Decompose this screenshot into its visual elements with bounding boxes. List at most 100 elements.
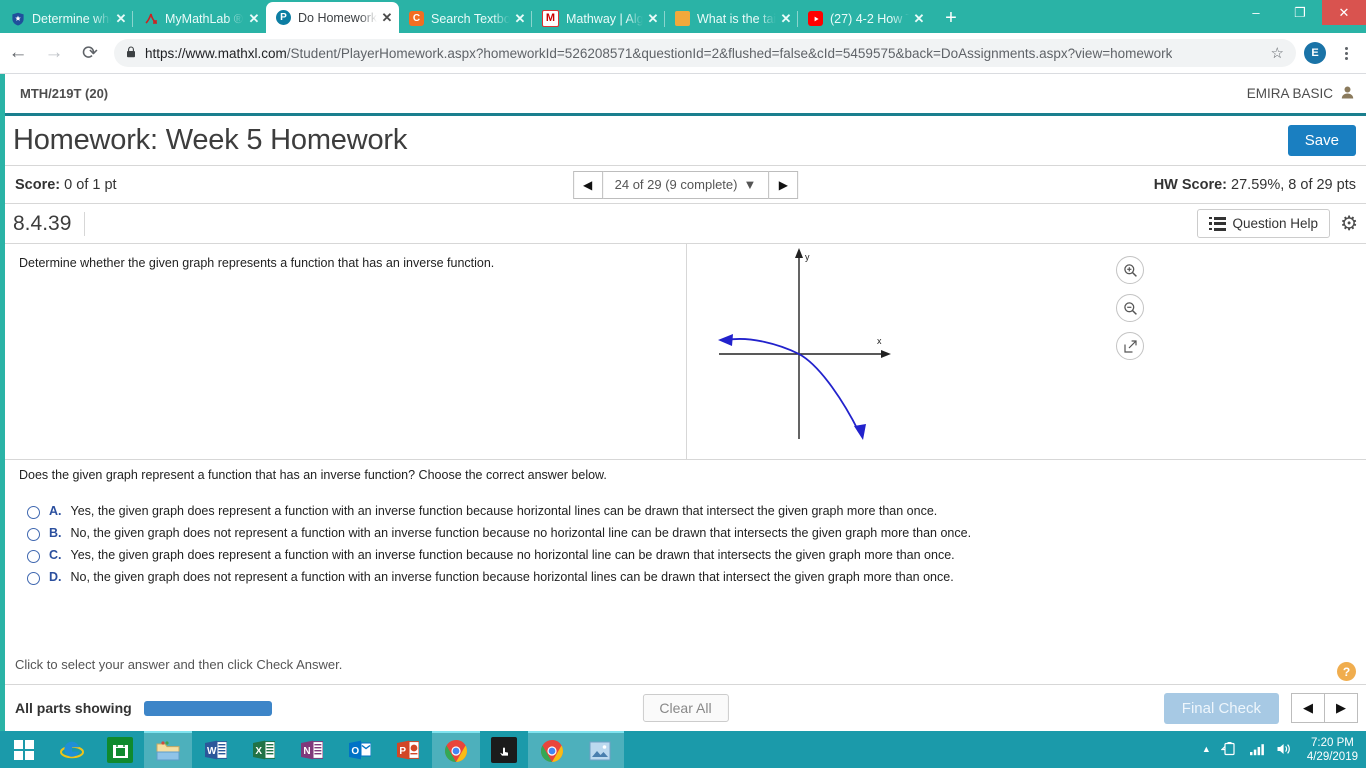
taskbar-item-file-explorer[interactable]	[144, 731, 192, 768]
close-icon[interactable]: ✕	[379, 10, 395, 26]
browser-tab-title: Determine whether	[32, 11, 111, 26]
answer-choice-b[interactable]: B. No, the given graph does not represen…	[19, 526, 1352, 541]
hw-score-label: HW Score:	[1153, 176, 1228, 193]
youtube-icon	[808, 11, 823, 26]
score-display: Score: 0 of 1 pt	[15, 177, 117, 193]
question-position-dropdown[interactable]: 24 of 29 (9 complete) ▼	[602, 170, 769, 199]
bookmark-star-icon[interactable]: ☆	[1261, 44, 1284, 62]
zoom-in-icon[interactable]	[1116, 256, 1144, 284]
chrome-icon	[539, 738, 565, 764]
mathway-icon: M	[542, 10, 559, 27]
expand-icon[interactable]	[1116, 332, 1144, 360]
browser-tab-4[interactable]: M Mathway | Algebra ✕	[531, 4, 665, 33]
bottom-prev-button[interactable]: ◀	[1291, 693, 1325, 723]
browser-tab-3[interactable]: C Search Textbook So ✕	[398, 4, 532, 33]
restore-button[interactable]: ❐	[1278, 0, 1322, 25]
close-icon[interactable]: ✕	[778, 11, 794, 27]
list-icon	[1209, 216, 1226, 231]
close-window-button[interactable]: ✕	[1322, 0, 1366, 25]
volume-icon[interactable]	[1276, 742, 1293, 758]
score-bar: Score: 0 of 1 pt ◀ 24 of 29 (9 complete)…	[5, 166, 1366, 204]
close-icon[interactable]: ✕	[645, 11, 661, 27]
url-origin: https://www.mathxl.com	[145, 45, 287, 61]
chrome-icon	[443, 738, 469, 764]
taskbar-item-chrome-2[interactable]	[528, 731, 576, 768]
radio-button[interactable]	[27, 572, 40, 585]
final-check-button[interactable]: Final Check	[1163, 692, 1279, 724]
start-button[interactable]	[0, 731, 48, 768]
bottom-next-button[interactable]: ▶	[1325, 693, 1358, 723]
question-position-text: 24 of 29 (9 complete)	[614, 177, 738, 192]
radio-button[interactable]	[27, 528, 40, 541]
quora-icon	[675, 11, 690, 26]
taskbar-item-chrome[interactable]	[432, 731, 480, 768]
question-help-button[interactable]: Question Help	[1197, 209, 1331, 238]
taskbar-item-outlook[interactable]: O	[336, 731, 384, 768]
page-title: Homework: Week 5 Homework	[13, 124, 408, 156]
internet-explorer-icon	[59, 737, 85, 763]
taskbar-item-snip-tool[interactable]	[480, 731, 528, 768]
browser-toolbar: ← → ⟳ https://www.mathxl.com/Student/Pla…	[0, 33, 1366, 74]
browser-menu-button[interactable]	[1332, 39, 1360, 67]
question-number-bar: 8.4.39 Question Help ⚙	[5, 204, 1366, 244]
answer-choice-c[interactable]: C. Yes, the given graph does represent a…	[19, 548, 1352, 563]
network-icon[interactable]	[1249, 742, 1266, 758]
save-button[interactable]: Save	[1287, 125, 1356, 156]
taskbar-item-photos[interactable]	[576, 731, 624, 768]
taskbar-clock[interactable]: 7:20 PM 4/29/2019	[1303, 736, 1358, 764]
taskbar-item-internet-explorer[interactable]	[48, 731, 96, 768]
minimize-button[interactable]: –	[1234, 0, 1278, 25]
progress-bar	[143, 700, 272, 716]
svg-text:x: x	[877, 336, 882, 346]
hint-text: Click to select your answer and then cli…	[15, 657, 343, 672]
close-icon[interactable]: ✕	[512, 11, 528, 27]
radio-button[interactable]	[27, 550, 40, 563]
svg-text:O: O	[351, 746, 359, 757]
zoom-out-icon[interactable]	[1116, 294, 1144, 322]
user-icon	[1341, 86, 1354, 102]
browser-tab-2[interactable]: P Do Homework - EM ✕	[266, 2, 399, 33]
system-tray: ▲ 7:20 PM 4/29/2019	[1202, 736, 1366, 764]
choice-letter: D.	[49, 570, 62, 584]
reload-button[interactable]: ⟳	[72, 35, 108, 71]
graph-toolbar	[1116, 256, 1144, 360]
answer-choice-a[interactable]: A. Yes, the given graph does represent a…	[19, 504, 1352, 519]
browser-tab-6[interactable]: (27) 4-2 How To Te ✕	[797, 4, 931, 33]
browser-tab-1[interactable]: MyMathLab ® Week ✕	[132, 4, 266, 33]
next-question-button[interactable]: ▶	[768, 170, 799, 199]
avatar[interactable]: E	[1304, 42, 1326, 64]
taskbar-item-excel[interactable]: X	[240, 731, 288, 768]
browser-tab-0[interactable]: Determine whether ✕	[0, 4, 133, 33]
mathxl-header: MTH/219T (20) EMIRA BASIC	[5, 74, 1366, 116]
close-icon[interactable]: ✕	[113, 11, 129, 27]
excel-icon: X	[251, 737, 277, 763]
forward-button[interactable]: →	[36, 35, 72, 71]
window-controls: – ❐ ✕	[1234, 0, 1366, 25]
show-hidden-icons[interactable]: ▲	[1202, 745, 1211, 754]
hw-score-value: 27.59%, 8 of 29 pts	[1231, 176, 1356, 193]
taskbar-item-powerpoint[interactable]: P	[384, 731, 432, 768]
hw-score-display: HW Score: 27.59%, 8 of 29 pts	[1154, 177, 1356, 193]
choice-text: No, the given graph does not represent a…	[70, 526, 972, 540]
gear-icon[interactable]: ⚙	[1340, 211, 1358, 236]
question-number: 8.4.39	[13, 211, 86, 236]
back-button[interactable]: ←	[0, 35, 36, 71]
radio-button[interactable]	[27, 506, 40, 519]
help-badge-icon[interactable]: ?	[1337, 662, 1356, 681]
address-bar[interactable]: https://www.mathxl.com/Student/PlayerHom…	[114, 39, 1296, 67]
answer-choice-d[interactable]: D. No, the given graph does not represen…	[19, 570, 1352, 585]
bottom-nav-group: ◀ ▶	[1291, 693, 1358, 723]
clear-all-button[interactable]: Clear All	[642, 694, 729, 722]
user-area[interactable]: EMIRA BASIC	[1247, 86, 1354, 102]
browser-tab-5[interactable]: What is the tail leng ✕	[664, 4, 798, 33]
taskbar-item-onenote[interactable]: N	[288, 731, 336, 768]
close-icon[interactable]: ✕	[911, 11, 927, 27]
new-tab-button[interactable]: +	[937, 4, 965, 32]
prev-question-button[interactable]: ◀	[572, 170, 603, 199]
choice-letter: C.	[49, 548, 62, 562]
close-icon[interactable]: ✕	[246, 11, 262, 27]
battery-icon[interactable]	[1220, 741, 1239, 758]
taskbar-item-store[interactable]	[96, 731, 144, 768]
taskbar-item-word[interactable]: W	[192, 731, 240, 768]
windows-taskbar: W X N O P ▲ 7:20 PM 4/29/2019	[0, 731, 1366, 768]
